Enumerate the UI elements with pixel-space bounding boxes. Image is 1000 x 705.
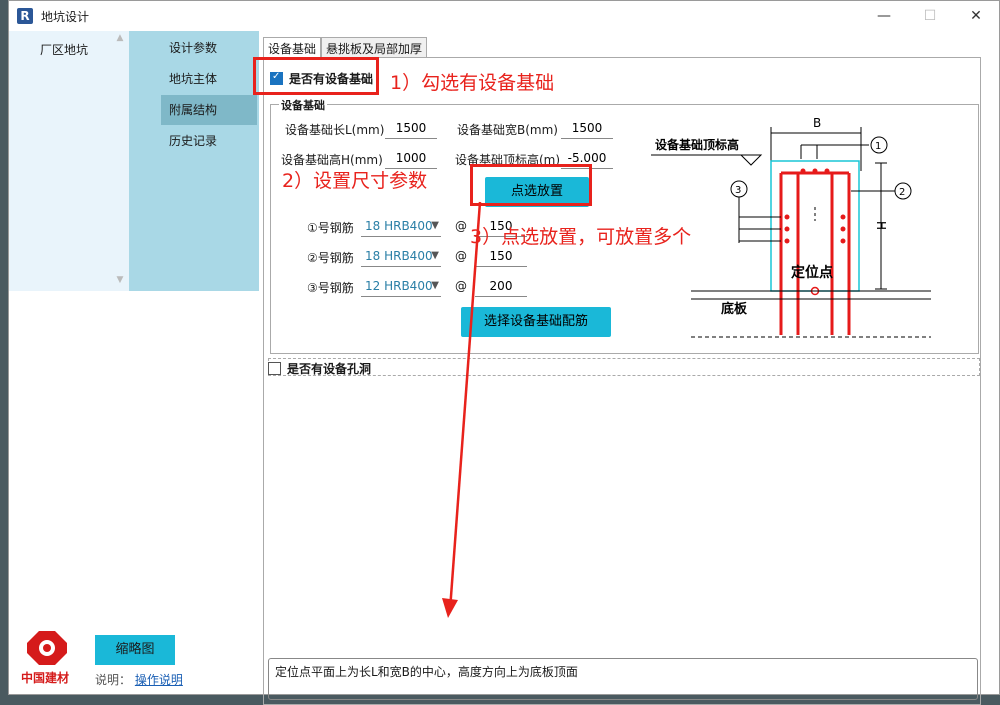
diagram-mark-2: 2 — [899, 187, 905, 198]
annotation-step3: 3）点选放置，可放置多个 — [470, 226, 692, 248]
scroll-up-icon[interactable]: ▲ — [113, 33, 127, 47]
rebar3-combo[interactable]: 12 HRB400 ▼ — [361, 275, 441, 297]
diagram-dim-b: B — [813, 116, 821, 130]
close-button[interactable]: ✕ — [953, 1, 999, 31]
diagram-mark-1: 1 — [875, 141, 881, 152]
width-label: 设备基础宽B(mm) — [457, 123, 558, 137]
rebar1-type: 18 HRB400 — [365, 219, 433, 233]
highlight-checkbox — [253, 57, 379, 95]
group-title: 设备基础 — [279, 97, 327, 113]
nav-item-pit-body[interactable]: 地坑主体 — [161, 64, 257, 94]
main-area: 设备基础 悬挑板及局部加厚 是否有设备基础 设备基础 设备基础长L(mm) 设备… — [259, 31, 999, 705]
primary-nav: 厂区地坑 ▲ ▼ — [9, 31, 129, 291]
rebar1-combo[interactable]: 18 HRB400 ▼ — [361, 215, 441, 237]
annotation-step2: 2）设置尺寸参数 — [282, 170, 428, 192]
length-input[interactable] — [385, 117, 437, 139]
note-box: 定位点平面上为长L和宽B的中心，高度方向上为底板顶面 — [268, 658, 978, 700]
scroll-down-icon[interactable]: ▼ — [113, 275, 127, 289]
rebar3-type: 12 HRB400 — [365, 279, 433, 293]
foundation-diagram: B 设备基础顶标高 1 2 3 H 定位点 底板 — [651, 116, 931, 338]
title-bar: R 地坑设计 — ☐ ✕ — [9, 1, 999, 31]
nav-item-plant-pit[interactable]: 厂区地坑 — [9, 41, 119, 58]
length-label: 设备基础长L(mm) — [285, 123, 385, 137]
hole-row-frame — [268, 358, 980, 376]
tab-cantilever[interactable]: 悬挑板及局部加厚 — [321, 37, 428, 57]
rebar1-label: ①号钢筋 — [307, 221, 354, 235]
chevron-down-icon: ▼ — [431, 250, 439, 261]
operation-guide-link[interactable]: 操作说明 — [135, 673, 183, 687]
logo-text: 中国建材 — [21, 671, 70, 685]
window-title: 地坑设计 — [41, 9, 90, 24]
maximize-button[interactable]: ☐ — [907, 1, 953, 31]
nav-item-history[interactable]: 历史记录 — [161, 126, 257, 156]
annotation-step1: 1）勾选有设备基础 — [390, 72, 555, 94]
cnbm-logo-icon — [27, 631, 67, 665]
nav-item-accessory[interactable]: 附属结构 — [161, 95, 257, 125]
diagram-locate: 定位点 — [791, 264, 833, 281]
width-input[interactable] — [561, 117, 613, 139]
diagram-mark-3: 3 — [735, 185, 741, 196]
rebar2-combo[interactable]: 18 HRB400 ▼ — [361, 245, 441, 267]
diagram-top-label: 设备基础顶标高 — [655, 137, 739, 152]
app-window: R 地坑设计 — ☐ ✕ 厂区地坑 ▲ ▼ 设计参数 地坑主体 附属结构 历史记… — [8, 0, 1000, 705]
explain-row: 说明： 操作说明 — [95, 671, 183, 688]
annotation-arrow — [442, 201, 482, 618]
secondary-nav: 设计参数 地坑主体 附属结构 历史记录 — [129, 31, 259, 291]
hole-checkbox-row[interactable]: 是否有设备孔洞 — [268, 360, 371, 377]
rebar2-label: ②号钢筋 — [307, 251, 354, 265]
diagram-dim-h: H — [874, 221, 888, 230]
chevron-down-icon: ▼ — [431, 220, 439, 231]
nav-item-design-params[interactable]: 设计参数 — [161, 33, 257, 63]
diagram-base: 底板 — [721, 301, 748, 317]
thumbnail-button[interactable]: 缩略图 — [95, 635, 175, 665]
hole-checkbox-label: 是否有设备孔洞 — [287, 362, 372, 376]
minimize-button[interactable]: — — [861, 1, 907, 31]
explain-label: 说明： — [95, 673, 132, 687]
tab-equipment-foundation[interactable]: 设备基础 — [263, 37, 322, 57]
chevron-down-icon: ▼ — [431, 280, 439, 291]
hole-checkbox[interactable] — [268, 362, 281, 375]
rebar2-type: 18 HRB400 — [365, 249, 433, 263]
revit-app-icon: R — [17, 8, 33, 24]
tab-panel: 是否有设备基础 设备基础 设备基础长L(mm) 设备基础宽B(mm) 设备基础高… — [263, 57, 981, 705]
rebar3-label: ③号钢筋 — [307, 281, 354, 295]
